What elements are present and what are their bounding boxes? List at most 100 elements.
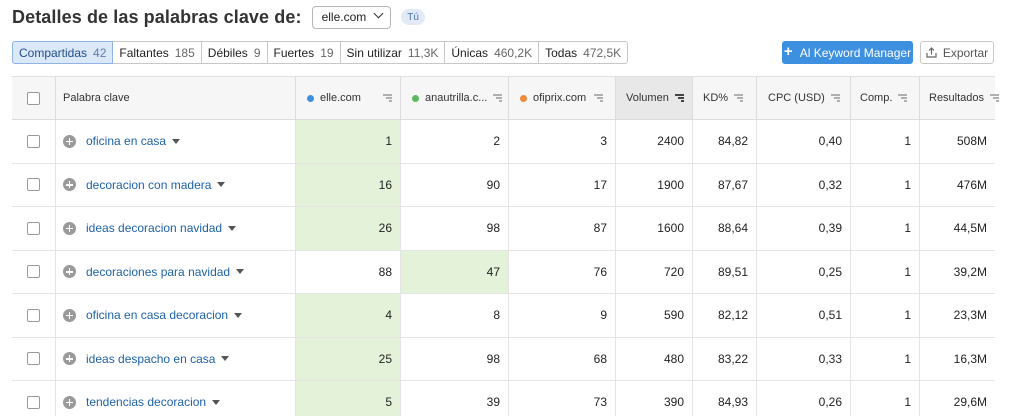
select-all-checkbox[interactable]: [27, 91, 40, 105]
row-checkbox[interactable]: [27, 352, 40, 366]
cell-cpc: 0,25: [756, 250, 850, 293]
column-header-comp-label: Comp.: [860, 92, 893, 104]
add-keyword-icon[interactable]: [63, 265, 76, 279]
tab-label: Únicas: [451, 45, 489, 60]
cell-d1: 88: [295, 250, 400, 293]
chevron-down-icon: [374, 10, 384, 20]
cell-cpc: 0,51: [756, 294, 850, 337]
row-checkbox[interactable]: [27, 221, 40, 235]
export-button[interactable]: Exportar: [920, 41, 994, 64]
page-header: Detalles de las palabras clave de: elle.…: [12, 5, 425, 29]
column-header-cpc[interactable]: CPC (USD): [756, 77, 850, 119]
table-body: oficina en casa 1 2 3 2400 84,82 0,40 1 508M deco…: [12, 120, 995, 416]
tab-6[interactable]: Todas 472,5K: [539, 41, 629, 64]
caret-down-icon[interactable]: [212, 399, 221, 405]
sort-icon: [734, 94, 744, 102]
column-header-domain2[interactable]: anautrilla.c...: [400, 77, 508, 119]
cell-kd: 82,12: [692, 294, 756, 337]
cell-d2: 47: [400, 250, 508, 293]
tab-count: 9: [253, 45, 261, 60]
cell-d1: 26: [295, 207, 400, 250]
cell-results: 23,3M: [919, 294, 995, 337]
you-badge: Tú: [401, 9, 425, 25]
export-label: Exportar: [942, 45, 989, 60]
caret-down-icon[interactable]: [234, 312, 243, 318]
sort-active-icon: [674, 94, 684, 102]
row-checkbox[interactable]: [27, 265, 40, 279]
tab-4[interactable]: Sin utilizar 11,3K: [340, 41, 446, 64]
cell-volume: 390: [615, 381, 692, 416]
add-keyword-icon[interactable]: [63, 352, 76, 366]
row-checkbox[interactable]: [27, 134, 40, 148]
sort-icon: [493, 94, 503, 102]
caret-down-icon[interactable]: [172, 138, 181, 144]
add-keyword-icon[interactable]: [63, 178, 76, 192]
row-checkbox[interactable]: [27, 395, 40, 409]
row-checkbox[interactable]: [27, 178, 40, 192]
keyword-manager-button[interactable]: + Al Keyword Manager: [782, 41, 913, 64]
keywords-table: Palabra clave elle.com anautrilla.c... o…: [12, 76, 1000, 416]
cell-d3: 17: [508, 163, 615, 206]
table-row: ideas despacho en casa 25 98 68 480 83,22 0,33…: [12, 337, 995, 381]
tab-3[interactable]: Fuertes 19: [267, 41, 341, 64]
caret-down-icon[interactable]: [217, 182, 226, 188]
column-header-comp[interactable]: Comp.: [850, 77, 919, 119]
cell-d1: 5: [295, 381, 400, 416]
domain-select-value: elle.com: [321, 10, 367, 24]
column-header-domain3[interactable]: ofiprix.com: [508, 77, 615, 119]
cell-volume: 2400: [615, 120, 692, 163]
keyword-link[interactable]: ideas decoracion navidad: [86, 221, 222, 235]
keyword-link[interactable]: decoracion con madera: [86, 178, 211, 192]
add-keyword-icon[interactable]: [63, 395, 76, 409]
tab-count: 19: [320, 45, 334, 60]
cell-d3: 9: [508, 294, 615, 337]
column-header-kd-label: KD%: [703, 92, 729, 104]
column-header-volume[interactable]: Volumen: [615, 77, 692, 119]
cell-comp: 1: [850, 294, 919, 337]
tab-2[interactable]: Débiles 9: [201, 41, 268, 64]
tab-label: Todas: [545, 45, 578, 60]
column-header-domain2-label: anautrilla.c...: [425, 92, 488, 104]
add-keyword-icon[interactable]: [63, 308, 76, 322]
keyword-filter-tabs: Compartidas 42 Faltantes 185 Débiles 9 Fuertes…: [12, 41, 629, 64]
tab-count: 11,3K: [407, 45, 439, 60]
domain-select[interactable]: elle.com: [311, 5, 392, 29]
cell-results: 16,3M: [919, 337, 995, 380]
tab-1[interactable]: Faltantes 185: [113, 41, 202, 64]
cell-d3: 73: [508, 381, 615, 416]
cell-comp: 1: [850, 207, 919, 250]
cell-cpc: 0,33: [756, 337, 850, 380]
cell-d1: 16: [295, 163, 400, 206]
keyword-link[interactable]: decoraciones para navidad: [86, 265, 230, 279]
cell-volume: 1600: [615, 207, 692, 250]
cell-d3: 87: [508, 207, 615, 250]
tab-0[interactable]: Compartidas 42: [12, 41, 114, 64]
column-header-domain1[interactable]: elle.com: [295, 77, 400, 119]
keyword-manager-label: Al Keyword Manager: [799, 45, 912, 60]
keyword-link[interactable]: oficina en casa: [86, 134, 166, 148]
column-header-results-label: Resultados: [929, 92, 985, 104]
tab-5[interactable]: Únicas 460,2K: [445, 41, 540, 64]
table-row: decoraciones para navidad 88 47 76 720 89,51 0…: [12, 250, 995, 294]
cell-d3: 3: [508, 120, 615, 163]
cell-d2: 98: [400, 207, 508, 250]
cell-kd: 88,64: [692, 207, 756, 250]
cell-kd: 84,93: [692, 381, 756, 416]
cell-d2: 8: [400, 294, 508, 337]
tab-count: 460,2K: [494, 45, 533, 60]
add-keyword-icon[interactable]: [63, 134, 76, 148]
caret-down-icon[interactable]: [228, 225, 237, 231]
cell-volume: 480: [615, 337, 692, 380]
caret-down-icon[interactable]: [236, 269, 245, 275]
row-checkbox[interactable]: [27, 308, 40, 322]
cell-d3: 76: [508, 250, 615, 293]
keyword-link[interactable]: tendencias decoracion: [86, 395, 206, 409]
column-header-results[interactable]: Resultados: [919, 77, 1000, 119]
column-header-kd[interactable]: KD%: [692, 77, 756, 119]
keyword-link[interactable]: ideas despacho en casa: [86, 352, 215, 366]
keyword-link[interactable]: oficina en casa decoracion: [86, 308, 228, 322]
add-keyword-icon[interactable]: [63, 221, 76, 235]
caret-down-icon[interactable]: [221, 356, 230, 362]
column-header-keyword: Palabra clave: [63, 92, 130, 104]
sort-icon: [382, 94, 392, 102]
